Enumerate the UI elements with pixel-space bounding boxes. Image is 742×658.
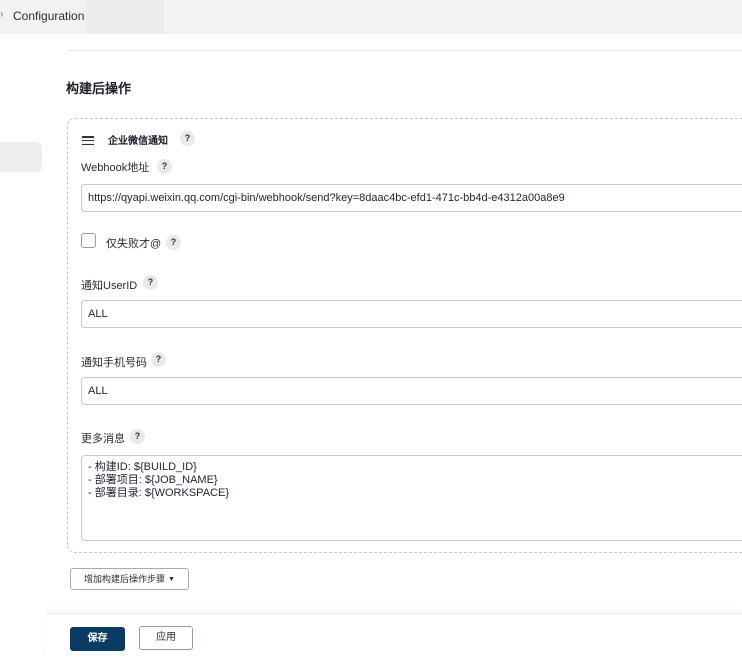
config-main: 构建后操作 企业微信通知 ? Webhook地址 ? 仅失败才@ ? 通知Use… — [45, 34, 742, 657]
drag-handle-icon[interactable] — [82, 136, 94, 145]
section-title: 构建后操作 — [66, 81, 132, 96]
webhook-label: Webhook地址 — [81, 162, 150, 174]
more-message-label: 更多消息 — [81, 433, 125, 445]
breadcrumb-current[interactable]: Configuration — [13, 9, 84, 23]
help-icon[interactable]: ? — [143, 275, 158, 290]
mobile-label: 通知手机号码 — [81, 357, 147, 369]
footer-bar: 保存 应用 — [45, 613, 742, 658]
breadcrumb-hover-area — [86, 0, 164, 34]
divider — [67, 50, 742, 51]
webhook-input[interactable] — [81, 184, 742, 212]
add-post-build-step-button[interactable]: 增加构建后操作步骤 ▼ — [70, 568, 189, 590]
more-message-textarea[interactable]: - 构建ID: ${BUILD_ID} - 部署项目: ${JOB_NAME} … — [81, 455, 742, 541]
apply-button[interactable]: 应用 — [139, 626, 193, 650]
fail-only-label: 仅失败才@ — [106, 238, 162, 250]
save-button[interactable]: 保存 — [70, 627, 125, 651]
sidebar — [0, 34, 45, 657]
add-step-label: 增加构建后操作步骤 — [84, 574, 166, 584]
mobile-input[interactable] — [81, 377, 742, 405]
help-icon[interactable]: ? — [166, 235, 181, 250]
wecom-notify-card: 企业微信通知 ? Webhook地址 ? 仅失败才@ ? 通知UserID ? … — [67, 118, 742, 553]
breadcrumb-separator: › — [0, 9, 4, 20]
user-id-label: 通知UserID — [81, 280, 138, 292]
help-icon[interactable]: ? — [157, 159, 172, 174]
caret-down-icon: ▼ — [168, 576, 175, 583]
help-icon[interactable]: ? — [151, 352, 166, 367]
help-icon[interactable]: ? — [130, 429, 145, 444]
sidebar-item-active[interactable] — [0, 142, 42, 172]
help-icon[interactable]: ? — [180, 131, 195, 146]
breadcrumb-bar: › Configuration — [0, 0, 742, 34]
card-title: 企业微信通知 — [108, 136, 168, 147]
fail-only-checkbox[interactable] — [81, 233, 96, 248]
user-id-input[interactable] — [81, 300, 742, 328]
